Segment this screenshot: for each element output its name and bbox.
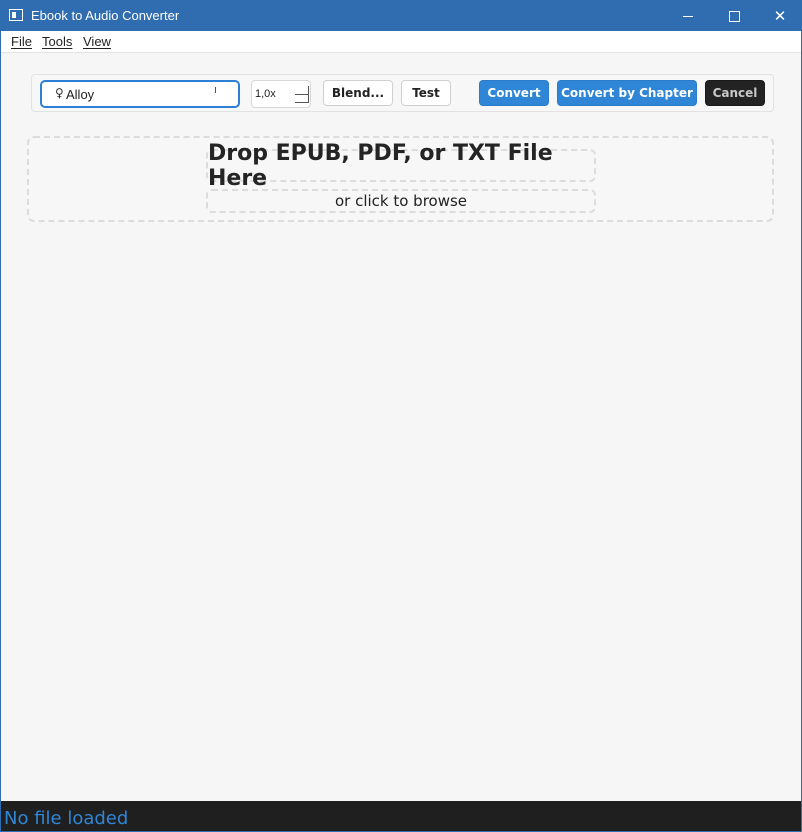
- test-button[interactable]: Test: [401, 80, 451, 106]
- cancel-button[interactable]: Cancel: [705, 80, 765, 106]
- drop-zone-title: Drop EPUB, PDF, or TXT File Here: [206, 141, 596, 191]
- window-title: Ebook to Audio Converter: [31, 8, 180, 23]
- maximize-icon: [728, 10, 740, 22]
- app-window: Ebook to Audio Converter ✕ File Tools Vi…: [0, 0, 802, 832]
- status-bar: No file loaded: [1, 801, 801, 831]
- minimize-icon: [683, 15, 693, 17]
- close-button[interactable]: ✕: [757, 1, 801, 31]
- close-icon: ✕: [773, 7, 787, 25]
- status-text: No file loaded: [4, 808, 129, 829]
- maximize-button[interactable]: [711, 1, 757, 31]
- menu-tools[interactable]: Tools: [42, 34, 72, 49]
- title-bar[interactable]: Ebook to Audio Converter ✕: [1, 1, 801, 31]
- minimize-button[interactable]: [665, 1, 711, 31]
- voice-selector[interactable]: ♀ Alloy: [40, 80, 240, 108]
- menu-view[interactable]: View: [83, 34, 111, 49]
- spin-down-icon[interactable]: [295, 94, 309, 103]
- voice-value: Alloy: [66, 87, 95, 102]
- speed-spinbox[interactable]: 1,0x: [251, 80, 311, 108]
- file-drop-zone[interactable]: Drop EPUB, PDF, or TXT File Here or clic…: [27, 136, 774, 222]
- convert-button[interactable]: Convert: [479, 80, 549, 106]
- app-icon: [9, 9, 23, 21]
- convert-by-chapter-button[interactable]: Convert by Chapter: [557, 80, 697, 106]
- menu-file[interactable]: File: [11, 34, 32, 49]
- blend-button[interactable]: Blend...: [323, 80, 393, 106]
- speed-value: 1,0x: [255, 88, 276, 100]
- text-cursor-icon: [215, 87, 216, 93]
- menu-bar: File Tools View: [1, 31, 801, 53]
- toolbar: ♀ Alloy 1,0x Blend... Test Convert Conve…: [31, 74, 774, 112]
- female-icon: ♀: [55, 86, 64, 100]
- browse-link[interactable]: or click to browse: [206, 189, 596, 213]
